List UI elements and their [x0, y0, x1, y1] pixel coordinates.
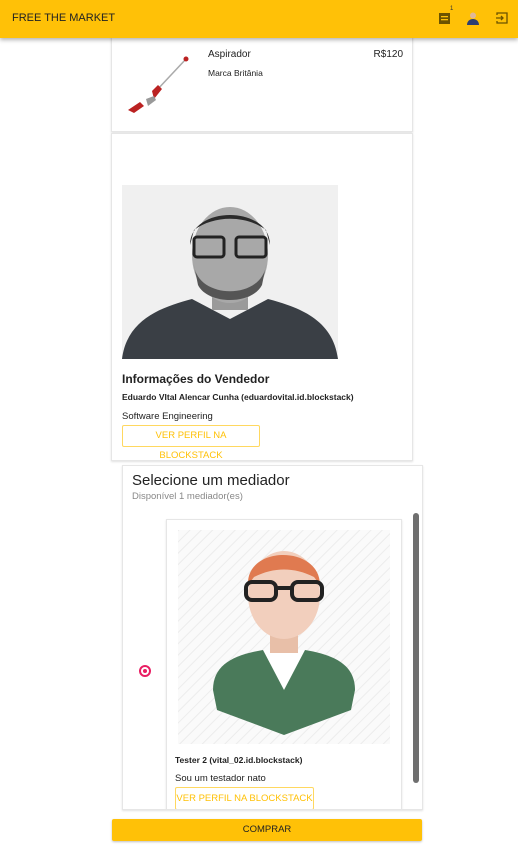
mediator-subtitle: Disponível 1 mediador(es) [132, 491, 243, 502]
product-name: Aspirador [208, 49, 251, 60]
mediator-item-card[interactable]: Tester 2 (vital_02.id.blockstack) Sou um… [166, 519, 402, 809]
mediator-profile-button[interactable]: VER PERFIL NA BLOCKSTACK [175, 787, 314, 809]
seller-heading: Informações do Vendedor [122, 372, 270, 386]
mediator-radio[interactable] [139, 665, 151, 677]
mediator-card: Selecione um mediador Disponível 1 media… [122, 465, 423, 810]
seller-card: Informações do Vendedor Eduardo VItal Al… [111, 133, 413, 461]
cart-badge: 1 [450, 6, 454, 12]
app-title[interactable]: FREE THE MARKET [12, 12, 115, 24]
mediator-name: Tester 2 (vital_02.id.blockstack) [175, 755, 303, 765]
user-avatar-icon[interactable] [466, 11, 480, 25]
seller-profile-button[interactable]: VER PERFIL NA BLOCKSTACK [122, 425, 260, 461]
app-header: FREE THE MARKET 1 [0, 0, 518, 38]
product-brand: Marca Britânia [208, 68, 263, 78]
product-card: Aspirador R$120 Marca Britânia [111, 30, 413, 132]
mediator-scrollbar[interactable] [413, 513, 419, 783]
product-price: R$120 [373, 49, 403, 60]
mediator-avatar [178, 530, 390, 744]
seller-name: Eduardo VItal Alencar Cunha (eduardovita… [122, 392, 354, 402]
logout-icon[interactable] [495, 11, 509, 25]
buy-button[interactable]: COMPRAR [112, 819, 422, 841]
mediator-description: Sou um testador nato [175, 773, 266, 784]
seller-description: Software Engineering [122, 411, 213, 422]
cart-list-icon[interactable] [438, 11, 452, 25]
product-image [128, 56, 189, 113]
mediator-heading: Selecione um mediador [132, 472, 290, 489]
seller-photo [122, 185, 338, 359]
